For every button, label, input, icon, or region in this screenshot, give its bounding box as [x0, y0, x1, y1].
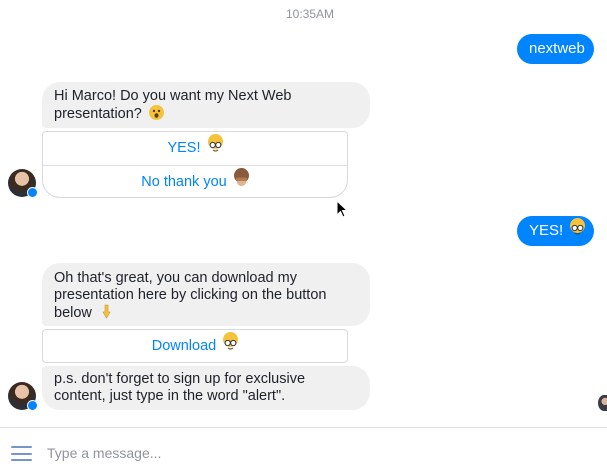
message-input[interactable] [47, 441, 567, 465]
menu-icon[interactable] [11, 446, 32, 461]
download-card: Download [42, 329, 348, 363]
received-message: Oh that's great, you can download my pre… [42, 263, 370, 326]
received-message-text: p.s. don't forget to sign up for exclusi… [54, 371, 306, 404]
sent-message-text: YES! [529, 222, 564, 239]
timestamp: 10:35AM [285, 7, 335, 21]
sent-message: YES! [517, 216, 594, 246]
pointing-down-icon [99, 304, 114, 319]
sent-message-text: nextweb [529, 40, 585, 57]
no-thank-you-button-label: No thank you [141, 174, 227, 190]
sent-message: nextweb [517, 34, 594, 64]
download-button-label: Download [151, 338, 217, 354]
received-message: Hi Marco! Do you want my Next Web presen… [42, 82, 370, 128]
yes-button-label: YES! [167, 140, 201, 156]
avatar[interactable] [8, 169, 38, 198]
no-thank-you-button[interactable]: No thank you [43, 165, 347, 199]
astonished-face-icon [148, 105, 164, 120]
nerd-face-icon [223, 332, 239, 350]
read-receipt-avatar [598, 395, 607, 411]
messenger-badge-icon [27, 400, 38, 411]
received-message-text: Hi Marco! Do you want my Next Web presen… [54, 88, 292, 122]
see-no-evil-monkey-icon [233, 168, 249, 186]
nerd-face-icon [570, 218, 586, 235]
received-message: p.s. don't forget to sign up for exclusi… [42, 366, 370, 410]
download-button[interactable]: Download [43, 330, 347, 363]
quick-replies: YES! No thank you [42, 131, 348, 198]
mouse-pointer-icon [336, 200, 348, 218]
messenger-badge-icon [27, 187, 38, 198]
composer [0, 427, 607, 476]
received-message-text: Oh that's great, you can download my pre… [54, 270, 327, 321]
nerd-face-icon [207, 134, 223, 152]
yes-button[interactable]: YES! [43, 132, 347, 165]
avatar[interactable] [8, 382, 38, 411]
